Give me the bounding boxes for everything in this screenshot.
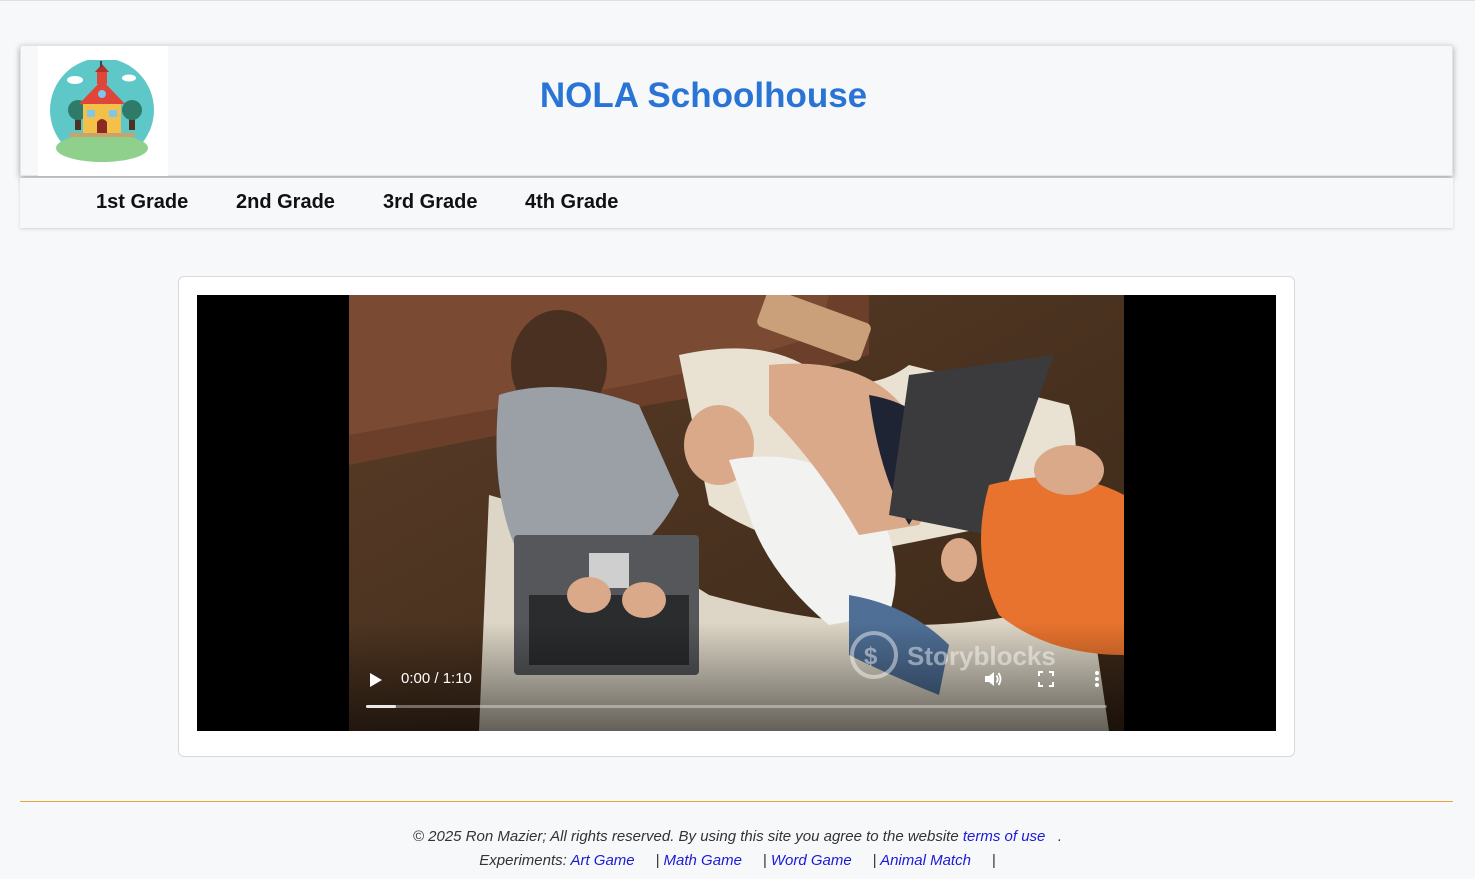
nav-item-4th-grade[interactable]: 4th Grade [525,191,618,214]
play-icon[interactable] [369,672,383,688]
video-progress-bar[interactable] [366,705,1107,708]
nav-item-2nd-grade[interactable]: 2nd Grade [236,191,335,214]
video-time: 0:00 / 1:10 [401,670,472,687]
nav-item-3rd-grade[interactable]: 3rd Grade [383,191,477,214]
site-header: NOLA Schoolhouse [20,45,1453,176]
watermark-text: Storyblocks [907,641,1056,671]
site-title: NOLA Schoolhouse [539,76,868,115]
terms-of-use-link[interactable]: terms of use [963,828,1046,845]
copyright-text: © 2025 Ron Mazier; All rights reserved. … [412,828,963,845]
footer-separator: | [872,852,877,869]
footer-separator: | [655,852,660,869]
nav-item-1st-grade[interactable]: 1st Grade [96,191,188,214]
video-frame: $ Storyblocks [349,295,1124,731]
top-divider [0,0,1475,1]
footer-separator: | [762,852,767,869]
terms-suffix: . [1045,828,1063,845]
footer-divider [20,801,1453,802]
art-game-link[interactable]: Art Game [570,852,634,869]
math-game-link[interactable]: Math Game [664,852,742,869]
video-progress-fill [366,705,396,708]
footer-experiments: Experiments: Art Game | Math Game | Word… [0,852,1475,869]
fullscreen-icon[interactable] [1038,671,1054,687]
footer-copyright: © 2025 Ron Mazier; All rights reserved. … [0,828,1475,845]
word-game-link[interactable]: Word Game [771,852,852,869]
animal-match-link[interactable]: Animal Match [880,852,971,869]
video-still-image: $ Storyblocks [349,295,1124,731]
video-card: $ Storyblocks 0:00 / 1:10 [178,276,1295,757]
svg-text:$: $ [864,643,878,670]
experiments-label: Experiments: [479,852,571,869]
footer-separator: | [991,852,996,869]
video-player[interactable]: $ Storyblocks 0:00 / 1:10 [197,295,1276,731]
more-options-icon[interactable] [1094,670,1100,688]
volume-icon[interactable] [983,669,1003,689]
grade-nav: 1st Grade 2nd Grade 3rd Grade 4th Grade [20,178,1453,228]
